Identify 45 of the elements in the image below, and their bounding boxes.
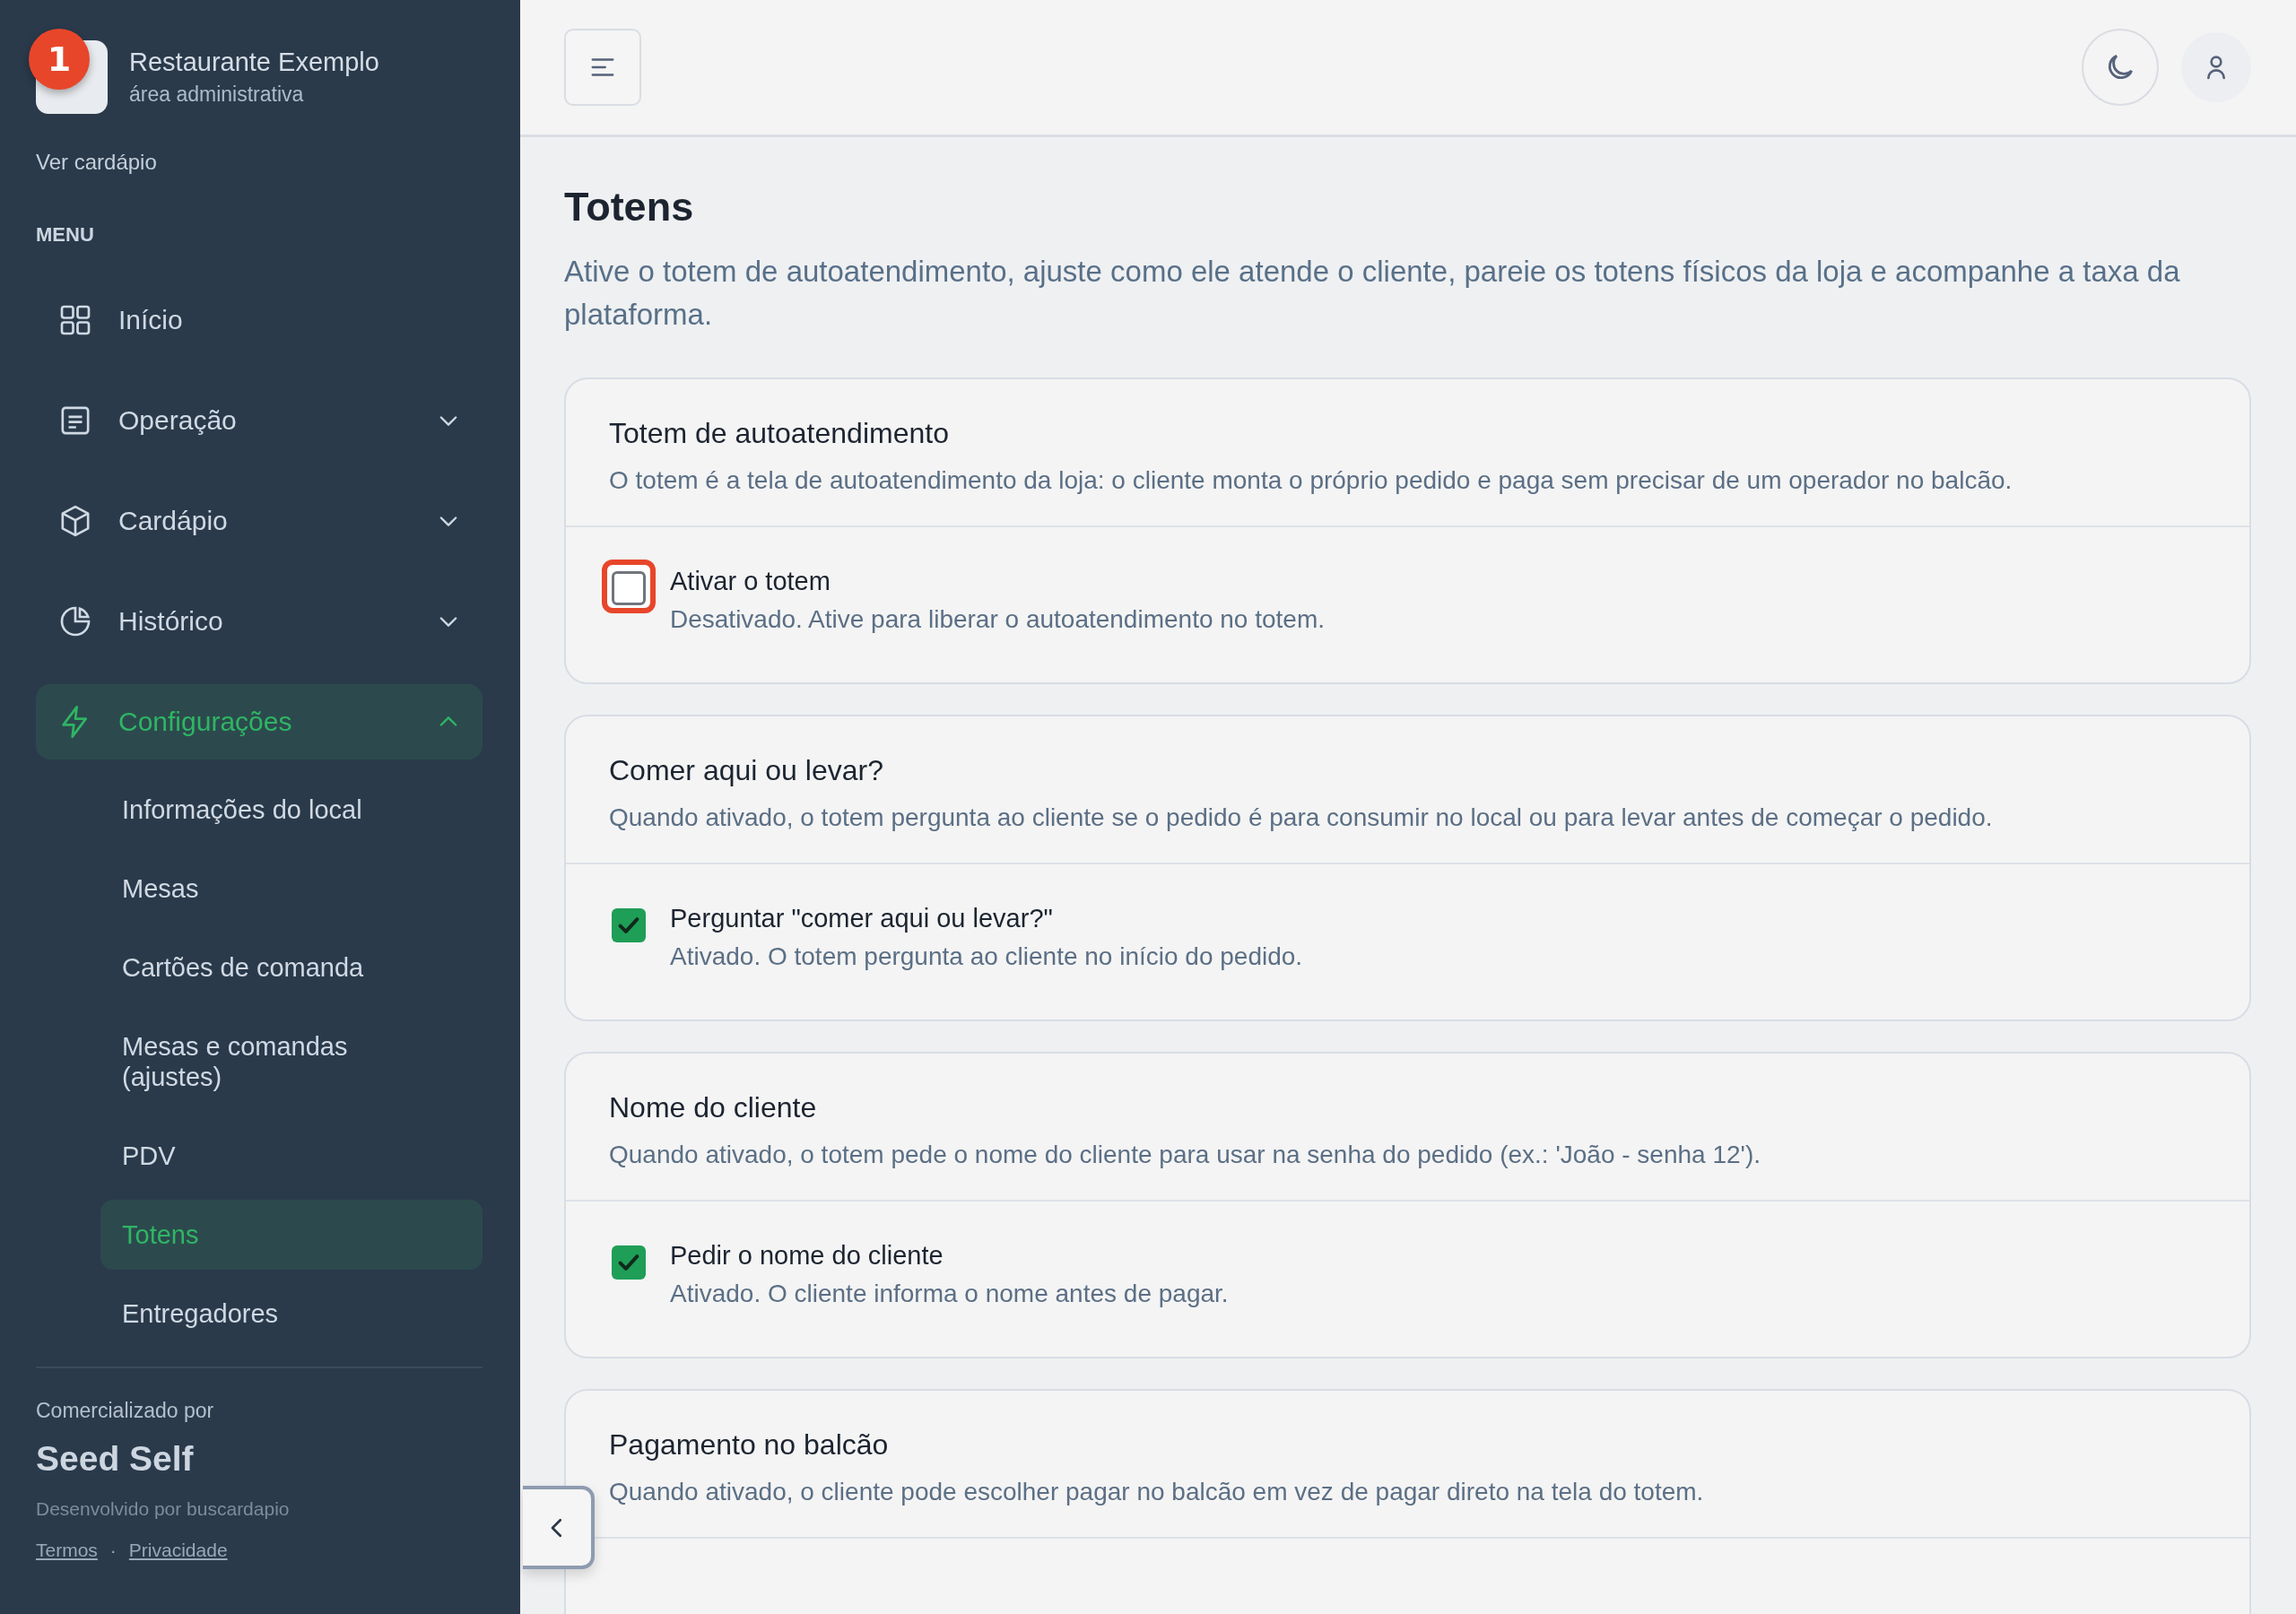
card-title: Nome do cliente [609, 1091, 818, 1124]
card-description: O totem é a tela de autoatendimento da loja: o cliente monta o próprio pedido e paga sem precisar de um operador no balcão. [609, 466, 2013, 495]
sidebar-item[interactable]: Histórico [36, 584, 483, 659]
submenu-item[interactable]: PDV [100, 1121, 483, 1191]
marketed-by-caption: Comercializado por [36, 1399, 215, 1423]
restaurant-name: Restaurante Exemplo [129, 48, 379, 77]
menu-button[interactable] [564, 29, 641, 106]
option-label: Ativar o totem [670, 567, 831, 596]
step-badge: 1 [29, 29, 90, 90]
submenu-item[interactable]: Cartões de comanda [100, 933, 483, 1002]
option-label: Perguntar "comer aqui ou levar?" [670, 904, 1054, 933]
footer-link[interactable]: Termos [36, 1540, 98, 1561]
page-title: Totens [564, 184, 695, 230]
product-name: Seed Self [36, 1439, 195, 1479]
option-label: Pedir o nome do cliente [670, 1241, 944, 1271]
submenu-item[interactable]: Informações do local [100, 775, 483, 845]
link-separator: · [109, 1540, 117, 1561]
option-hint: Ativado. O totem pergunta ao cliente no início do pedido. [670, 942, 1303, 971]
card-description: Quando ativado, o totem pergunta ao cliente se o pedido é para consumir no local ou para levar antes de começar o pedido. [609, 803, 1994, 832]
option-hint: Ativado. O cliente informa o nome antes de pagar. [670, 1280, 1229, 1308]
submenu-item[interactable]: Entregadores [100, 1279, 483, 1349]
sidebar-item[interactable]: Início [36, 282, 483, 358]
option-hint: Desativado. Ative para liberar o autoatendimento no totem. [670, 605, 1325, 634]
submenu-item[interactable]: Mesas [100, 854, 483, 924]
footer-link[interactable]: Privacidade [128, 1540, 228, 1561]
card-description: Quando ativado, o totem pede o nome do cliente para usar na senha do pedido (ex.: 'João - senha 12'). [609, 1141, 1761, 1169]
restaurant-subtitle: área administrativa [129, 82, 305, 107]
collapse-sidebar-button[interactable] [523, 1486, 595, 1569]
page-description: Ative o totem de autoatendimento, ajuste como ele atende o cliente, pareie os totens físicos da loja e acompanhe a taxa da plataforma. [564, 254, 2181, 333]
submenu-item[interactable]: Totens [100, 1200, 483, 1270]
menu-heading: MENU [36, 223, 95, 247]
checkbox[interactable] [612, 907, 646, 942]
checkbox[interactable] [612, 570, 646, 605]
sidebar-item[interactable]: Cardápio [36, 483, 483, 559]
checkbox[interactable] [612, 1245, 646, 1280]
sidebar-item[interactable]: Operação [36, 383, 483, 458]
card-description: Quando ativado, o cliente pode escolher pagar no balcão em vez de pagar direto na tela do totem. [609, 1478, 1705, 1506]
developer-credit: Desenvolvido por buscardapio [36, 1498, 291, 1520]
theme-toggle-button[interactable] [2082, 29, 2159, 106]
card-title: Pagamento no balcão [609, 1428, 890, 1462]
submenu-item[interactable]: Mesas e comandas (ajustes) [100, 1011, 483, 1112]
sidebar-item[interactable]: Configurações [36, 684, 483, 759]
card-title: Totem de autoatendimento [609, 417, 950, 450]
menu-link[interactable]: Ver cardápio [36, 150, 157, 175]
card-title: Comer aqui ou levar? [609, 754, 884, 787]
